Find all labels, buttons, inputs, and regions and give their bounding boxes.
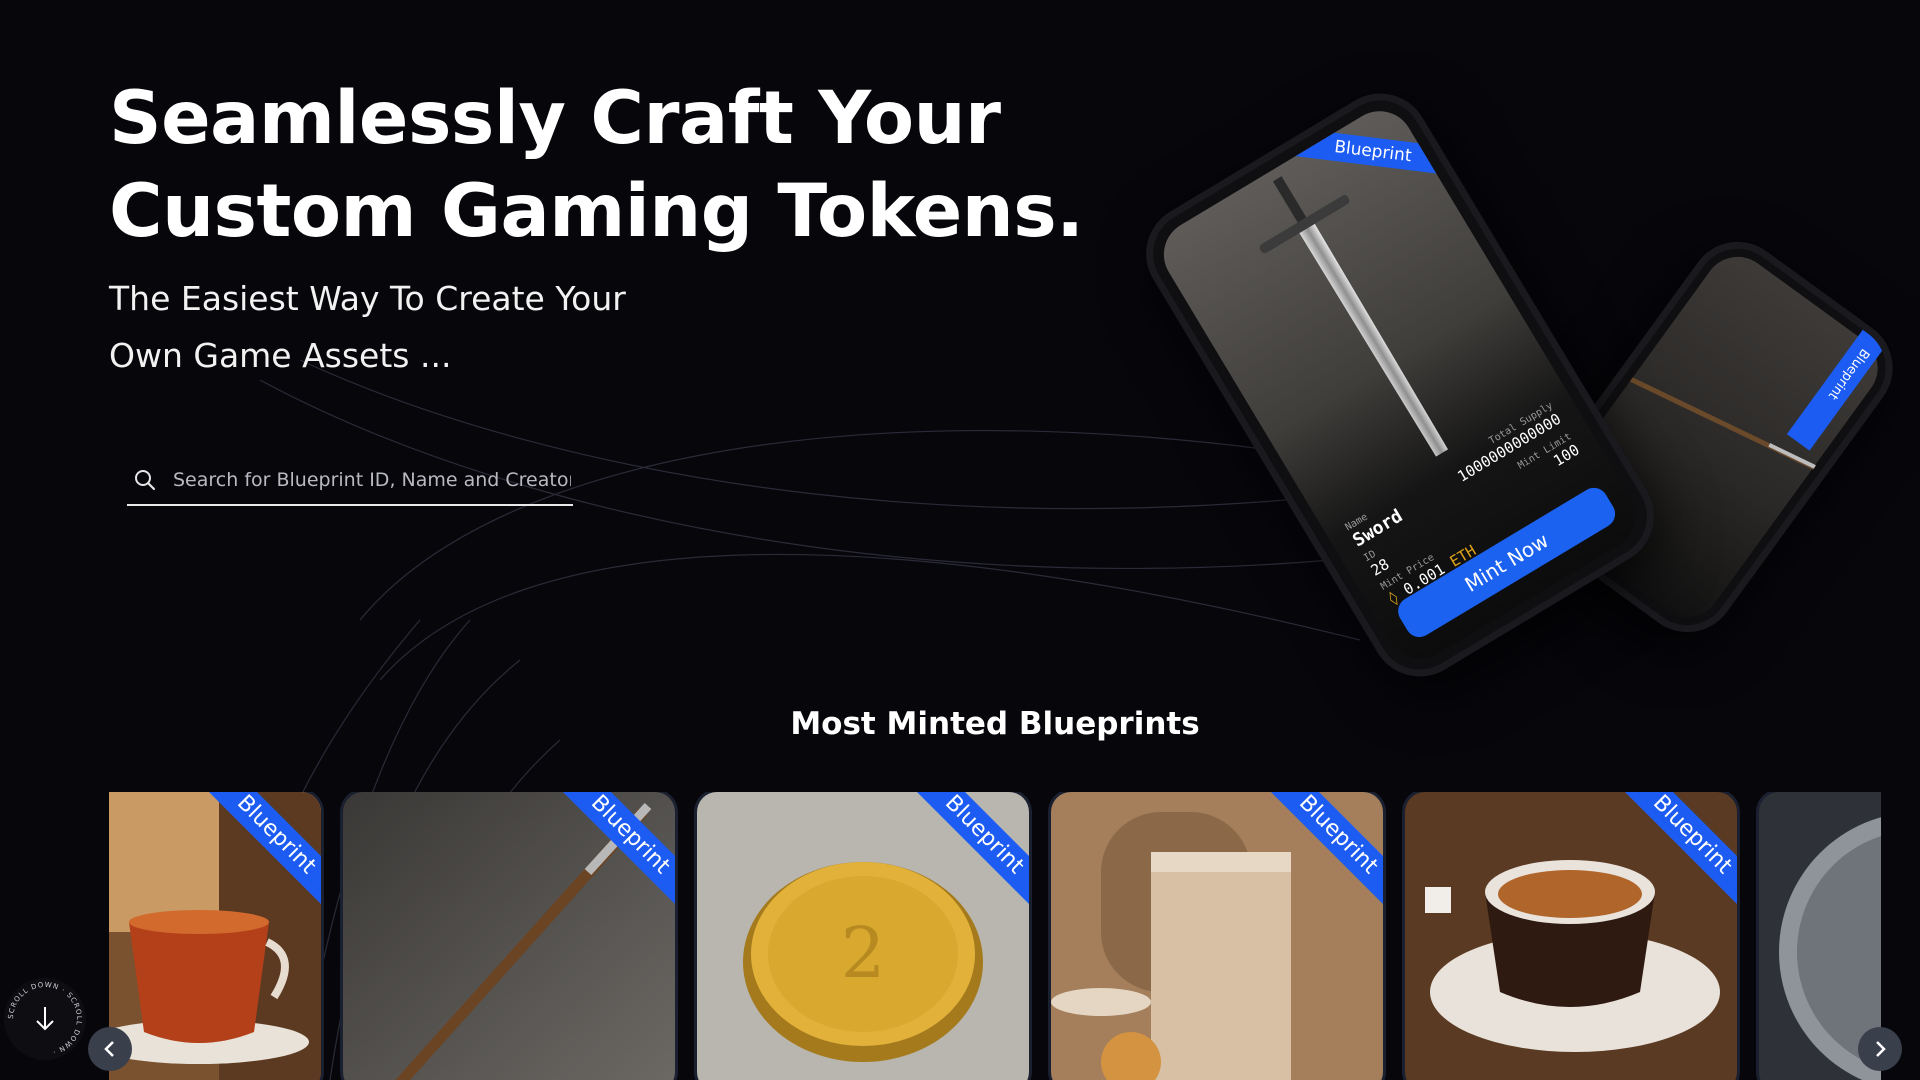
blueprint-carousel: Blueprint Blueprint 2 Blueprint Blueprin… [109, 792, 1881, 1080]
scroll-down-text-ring: SCROLL DOWN · SCROLL DOWN · [7, 981, 83, 1056]
hero-subtitle: The Easiest Way To Create Your Own Game … [109, 270, 626, 384]
hero-title-line-1: Seamlessly Craft Your [109, 76, 1001, 161]
hero-title-line-2: Custom Gaming Tokens. [109, 169, 1084, 254]
carousel-prev-button[interactable] [88, 1027, 132, 1071]
hero-title: Seamlessly Craft Your Custom Gaming Toke… [109, 72, 1084, 258]
search-bar[interactable] [127, 456, 573, 506]
svg-text:SCROLL DOWN · SCROLL DOWN ·: SCROLL DOWN · SCROLL DOWN · [7, 981, 83, 1056]
svg-text:2: 2 [841, 912, 886, 994]
blueprint-card-coffee[interactable]: Blueprint [1405, 792, 1737, 1080]
blueprint-card-gold-coin[interactable]: 2 Blueprint [697, 792, 1029, 1080]
search-icon [133, 467, 159, 493]
section-title: Most Minted Blueprints [790, 706, 1200, 742]
scroll-down-text: SCROLL DOWN · SCROLL DOWN · [7, 981, 82, 1056]
hero-subtitle-line-1: The Easiest Way To Create Your [109, 279, 626, 318]
blueprint-card-tea[interactable]: Blueprint [109, 792, 321, 1080]
blueprint-card-quill[interactable]: Blueprint [343, 792, 675, 1080]
chevron-left-icon [104, 1041, 114, 1057]
carousel-next-button[interactable] [1858, 1027, 1902, 1071]
scroll-down-badge[interactable]: SCROLL DOWN · SCROLL DOWN · [4, 978, 86, 1060]
search-input[interactable] [171, 459, 573, 501]
hero-subtitle-line-2: Own Game Assets ... [109, 336, 452, 375]
blueprint-card-milk-tea[interactable]: Blueprint [1051, 792, 1383, 1080]
chevron-right-icon [1876, 1041, 1886, 1057]
